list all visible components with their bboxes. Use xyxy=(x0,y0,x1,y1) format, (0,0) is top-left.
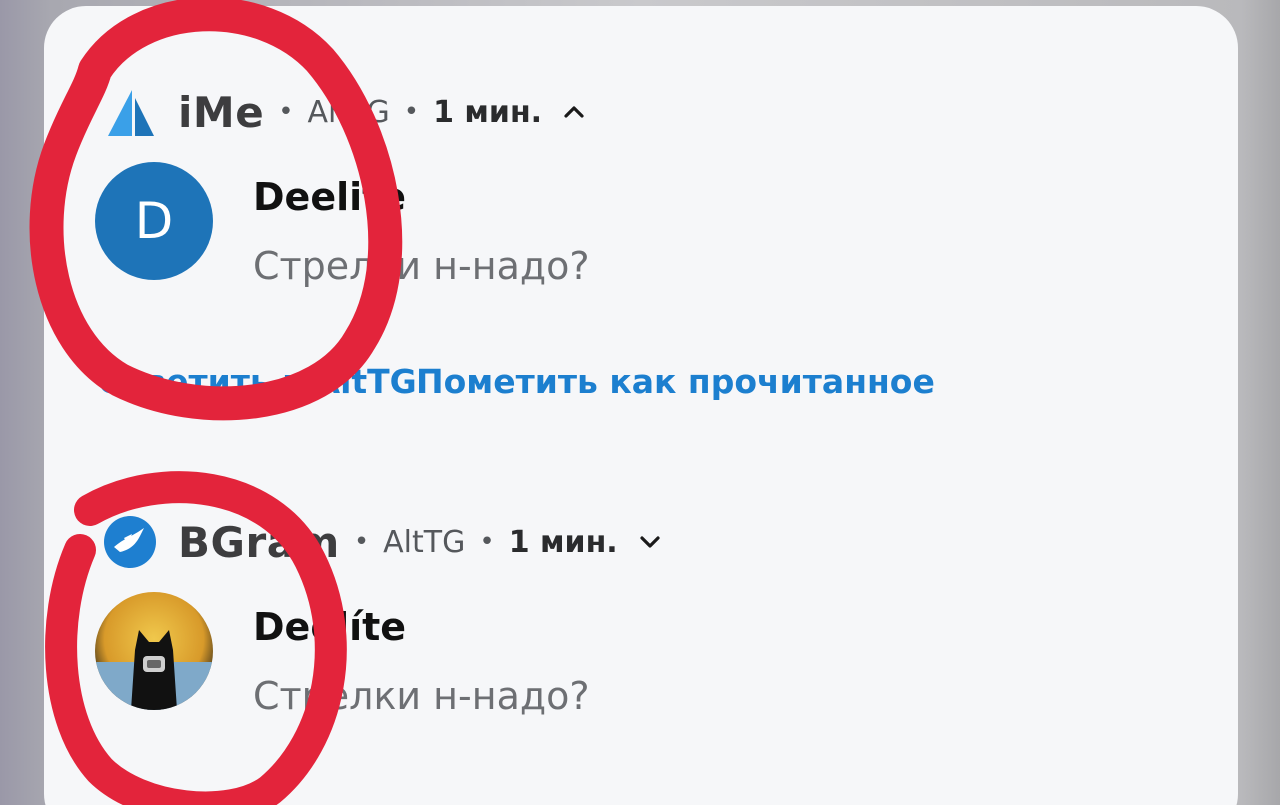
separator-dot: • xyxy=(403,97,420,127)
app-name: BGram xyxy=(178,517,340,567)
avatar: D xyxy=(95,162,213,280)
notification-1-header[interactable]: iMe • AltTG • 1 мин. xyxy=(100,82,588,142)
chevron-up-icon[interactable] xyxy=(560,98,588,126)
timestamp: 1 мин. xyxy=(508,524,618,560)
ime-sail-icon xyxy=(100,82,160,142)
bgram-bird-icon xyxy=(100,512,160,572)
divider xyxy=(44,452,1238,453)
reply-button[interactable]: Ответить в AltTG xyxy=(98,362,417,401)
separator-dot: • xyxy=(353,527,370,557)
timestamp: 1 мин. xyxy=(433,94,543,130)
mark-as-read-button[interactable]: Пометить как прочитанное xyxy=(416,362,935,401)
separator-dot: • xyxy=(278,97,294,127)
account-name: AltTG xyxy=(383,524,466,560)
account-name: AltTG xyxy=(307,94,390,130)
separator-dot: • xyxy=(479,527,495,557)
cat-with-mask-moon-avatar xyxy=(95,592,213,710)
message-text: Стрелки н-надо? xyxy=(253,244,590,288)
message-text: Стрелки н-надо? xyxy=(253,674,590,718)
sender-name: Deelite xyxy=(253,175,407,219)
chevron-down-icon[interactable] xyxy=(636,528,664,556)
app-name: iMe xyxy=(178,87,265,137)
sender-name: Deelíte xyxy=(253,605,407,649)
notification-2-header[interactable]: BGram • AltTG • 1 мин. xyxy=(100,512,664,572)
avatar-letter: D xyxy=(134,192,174,250)
